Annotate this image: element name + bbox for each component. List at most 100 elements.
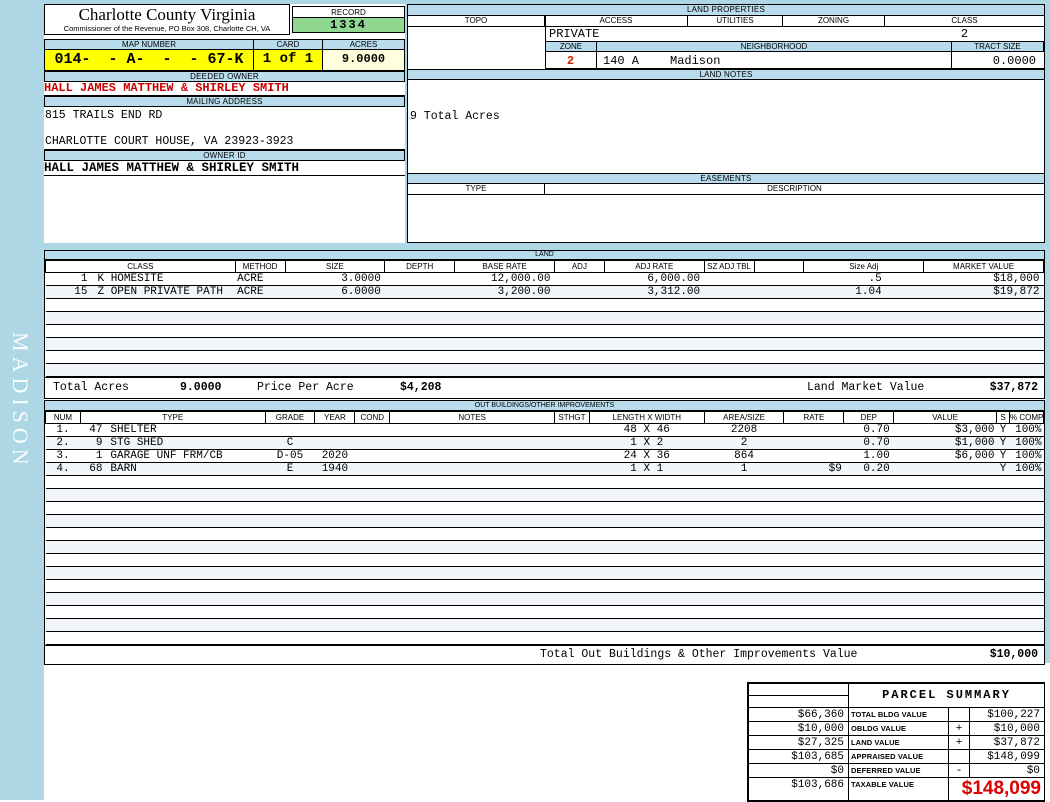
land-market-value-label: Land Market Value [807, 381, 925, 394]
outbuilding-row: 4. 68 BARN E 1940 1 X 1 1 $9 0.20 Y 100% [45, 462, 1044, 476]
method-cell: ACRE [235, 285, 285, 299]
area-cell: 1 [704, 462, 784, 476]
owner-card: Charlotte County Virginia Commissioner o… [44, 4, 405, 243]
class-code: 15 [74, 286, 88, 298]
size-adj-cell: .5 [803, 272, 924, 286]
summary-spacer-cell [749, 696, 848, 707]
empty-outbuilding-row [45, 553, 1044, 567]
s-cell: Y [996, 436, 1010, 450]
market-value-cell: $18,000 [923, 272, 1044, 286]
empty-land-row [45, 350, 1044, 364]
blank-cell [754, 272, 804, 286]
land-table: CLASS METHOD SIZE DEPTH BASE RATE ADJ AD… [45, 260, 1044, 377]
empty-cell [45, 579, 1044, 593]
market-value-cell: $19,872 [923, 285, 1044, 299]
deeded-owner-value: HALL JAMES MATTHEW & SHIRLEY SMITH [44, 82, 405, 96]
land-h-depth: DEPTH [384, 260, 456, 273]
easements-section-label: EASEMENTS [408, 173, 1044, 184]
num-cell: 1. [45, 423, 81, 437]
class-name: K HOMESITE [97, 273, 164, 285]
easement-type-label: TYPE [408, 184, 545, 195]
empty-cell [45, 605, 1044, 619]
dep-cell: 1.00 [843, 449, 894, 463]
value-cell: $6,000 [893, 449, 997, 463]
map-card-acres-headers: MAP NUMBER CARD ACRES [44, 39, 405, 50]
total-bldg-left: $66,360 [749, 708, 848, 721]
length-width-cell: 1 X 2 [589, 436, 705, 450]
mailing-address-label: MAILING ADDRESS [44, 96, 405, 107]
sthgt-cell [554, 436, 590, 450]
topo-label: TOPO [408, 16, 545, 27]
record-box: RECORD 1334 [292, 6, 405, 33]
empty-outbuilding-row [45, 579, 1044, 593]
empty-cell [45, 298, 1044, 312]
tract-divider [951, 52, 952, 68]
land-notes-text: 9 Total Acres [410, 110, 500, 123]
ob-h-areasize: AREA/SIZE [703, 411, 785, 424]
empty-cell [45, 324, 1044, 338]
empty-cell [45, 501, 1044, 515]
area-cell: 2 [704, 436, 784, 450]
land-properties-headers: TOPO ACCESS UTILITIES ZONING CLASS [408, 16, 1044, 27]
taxable-label: TAXABLE VALUE [849, 778, 948, 800]
empty-cell [45, 475, 1044, 489]
card-label: CARD [253, 39, 322, 50]
land-properties-values: PRIVATE 2 [408, 27, 1044, 41]
zone-label: ZONE [545, 41, 596, 52]
appraised-op [949, 750, 969, 763]
zoning-label: ZONING [783, 16, 885, 27]
empty-cell [45, 566, 1044, 580]
outbuildings-table: NUM TYPE GRADE YEAR COND NOTES STHGT LEN… [45, 411, 1045, 645]
outbuildings-section-label: OUT BUILDINGS/OTHER IMPROVEMENTS [45, 401, 1044, 411]
empty-outbuilding-row [45, 501, 1044, 515]
outbuildings-header-row: NUM TYPE GRADE YEAR COND NOTES STHGT LEN… [45, 411, 1045, 424]
map-number-label: MAP NUMBER [44, 39, 253, 50]
type-name: SHELTER [110, 424, 157, 436]
deferred-left: $0 [749, 764, 848, 777]
ob-h-value: VALUE [893, 411, 998, 424]
utilities-label: UTILITIES [688, 16, 783, 27]
neighborhood-code: 140 A [603, 54, 640, 68]
deferred-label: DEFERRED VALUE [849, 764, 948, 777]
land-h-method: METHOD [234, 260, 286, 273]
cond-cell [354, 423, 390, 437]
empty-cell [45, 527, 1044, 541]
outbuilding-row: 3. 1 GARAGE UNF FRM/CB D-05 2020 24 X 36 … [45, 449, 1044, 463]
value-cell [893, 462, 997, 476]
total-bldg-value: $100,227 [970, 708, 1044, 721]
land-h-baserate: BASE RATE [454, 260, 555, 273]
type-name: GARAGE UNF FRM/CB [110, 450, 223, 462]
blank-cell [754, 285, 804, 299]
deferred-value: $0 [970, 764, 1044, 777]
type-code: 68 [89, 463, 103, 475]
card-value: 1 of 1 [253, 50, 322, 71]
ob-h-cond: COND [354, 411, 391, 424]
easements-headers: TYPE DESCRIPTION [408, 184, 1044, 195]
tract-size-value: 0.0000 [992, 54, 1036, 68]
length-width-cell: 48 X 46 [589, 423, 705, 437]
outbuilding-row: 2. 9 STG SHED C 1 X 2 2 0.70 $1,000 Y 100… [45, 436, 1044, 450]
year-cell [314, 436, 355, 450]
page-subtitle: Commissioner of the Revenue, PO Box 308,… [63, 24, 271, 33]
empty-cell [45, 488, 1044, 502]
comp-cell: 100% [1009, 423, 1044, 437]
county-title-box: Charlotte County Virginia Commissioner o… [44, 4, 290, 35]
size-adj-cell: 1.04 [803, 285, 924, 299]
empty-land-row [45, 363, 1044, 377]
land-value-value: $37,872 [970, 736, 1044, 749]
land-header-row: CLASS METHOD SIZE DEPTH BASE RATE ADJ AD… [45, 260, 1044, 273]
appraised-left: $103,685 [749, 750, 848, 763]
land-properties-card: LAND PROPERTIES TOPO ACCESS UTILITIES ZO… [407, 4, 1045, 243]
s-cell: Y [996, 423, 1010, 437]
year-cell: 2020 [314, 449, 355, 463]
map-card-acres-values: 014- - A- - - 67-K 1 of 1 9.0000 [44, 50, 405, 71]
dep-cell: 0.20 [843, 462, 894, 476]
land-h-szadjtbl: SZ ADJ TBL [703, 260, 755, 273]
land-market-value: $37,872 [989, 381, 1038, 394]
acres-value: 9.0000 [322, 50, 405, 71]
grade-cell [265, 423, 315, 437]
size-cell: 3.0000 [285, 272, 385, 286]
dep-cell: 0.70 [843, 436, 894, 450]
dep-cell: 0.70 [843, 423, 894, 437]
empty-outbuilding-row [45, 592, 1044, 606]
